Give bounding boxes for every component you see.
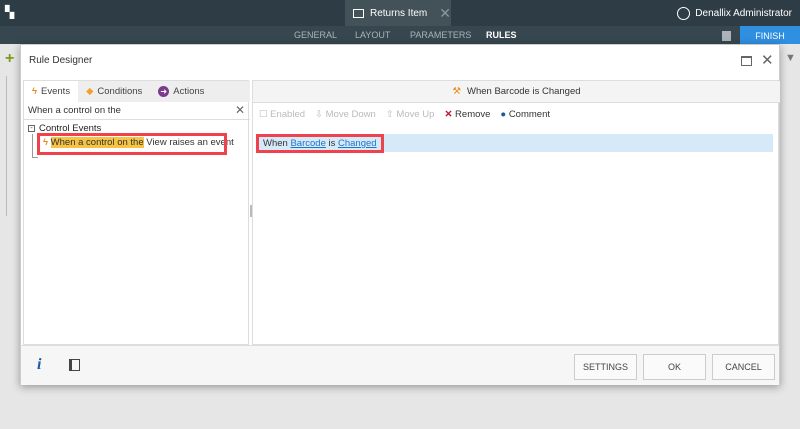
search-value: When a control on the	[28, 105, 121, 116]
maximize-icon[interactable]	[741, 56, 752, 66]
dialog-title: Rule Designer	[29, 55, 93, 66]
enabled-checkbox[interactable]: ☐ Enabled	[259, 109, 305, 120]
close-icon[interactable]: ✕	[761, 51, 774, 69]
barcode-link[interactable]: Barcode	[290, 138, 325, 149]
left-panel: ϟ Events ◆ Conditions ➜ Actions When a cont…	[23, 80, 250, 345]
tab-events[interactable]: ϟ Events	[24, 81, 79, 102]
tab-label: Actions	[173, 86, 205, 97]
label: Move Up	[396, 108, 435, 120]
move-down-button[interactable]: ⇩ Move Down	[315, 109, 376, 120]
search-input[interactable]: When a control on the ✕	[24, 102, 250, 120]
gavel-icon: ⚒	[452, 86, 461, 97]
tab-bar: ϟ Events ◆ Conditions ➜ Actions	[24, 81, 250, 102]
cancel-button[interactable]: CANCEL	[712, 354, 775, 380]
remove-icon: ✕	[444, 108, 453, 120]
tree-group-control-events[interactable]: Control Events	[39, 123, 101, 134]
comment-icon: ●	[500, 108, 507, 120]
label: Enabled	[270, 108, 306, 120]
settings-button[interactable]: SETTINGS	[574, 354, 637, 380]
lightning-icon: ϟ	[43, 137, 49, 148]
background-tree-line	[6, 76, 20, 216]
rule-designer-dialog: Rule Designer ✕ ϟ Events ◆ Conditions ➜ Act…	[20, 44, 780, 385]
tab-label: Events	[41, 86, 71, 97]
tree-item-text: View raises an event	[143, 137, 234, 148]
nav-parameters[interactable]: PARAMETERS	[410, 26, 471, 44]
rule-toolbar: ☐ Enabled ⇩ Move Down ⇧ Move Up ✕ Remove…	[253, 103, 780, 125]
nav-rules[interactable]: RULES	[486, 26, 517, 44]
filter-icon[interactable]: ▼	[785, 52, 796, 64]
tree-line	[32, 134, 38, 158]
panel-toggle-icon[interactable]	[69, 359, 80, 371]
tab-label: Conditions	[97, 86, 143, 97]
top-bar: ▚ Returns Item ✕ Denallix Administrator	[0, 0, 800, 26]
dialog-footer: i SETTINGS OK CANCEL	[21, 345, 779, 385]
tab-conditions[interactable]: ◆ Conditions	[78, 81, 150, 102]
remove-button[interactable]: ✕ Remove	[444, 109, 490, 120]
move-up-button[interactable]: ⇧ Move Up	[386, 109, 435, 120]
form-icon	[353, 8, 364, 18]
tab-actions[interactable]: ➜ Actions	[150, 81, 212, 102]
nav-layout[interactable]: LAYOUT	[355, 26, 390, 44]
nav-bar	[0, 26, 800, 44]
info-button[interactable]: i	[37, 356, 41, 374]
user-name: Denallix Administrator	[695, 7, 792, 19]
user-avatar-icon	[677, 6, 691, 20]
clear-search-icon[interactable]: ✕	[235, 103, 245, 117]
arrow-circle-icon: ➜	[158, 86, 170, 97]
save-icon[interactable]	[722, 31, 731, 41]
ok-button[interactable]: OK	[643, 354, 706, 380]
rule-header: ⚒ When Barcode is Changed	[253, 81, 780, 103]
nav-general[interactable]: GENERAL	[294, 26, 337, 44]
comment-button[interactable]: ● Comment	[500, 109, 550, 120]
tree-item-control-event[interactable]: ϟ When a control on the View raises an e…	[37, 133, 234, 155]
right-panel: ⚒ When Barcode is Changed ☐ Enabled ⇩ Mov…	[252, 80, 780, 345]
rule-text: When Barcode is Changed	[256, 134, 384, 153]
close-icon[interactable]: ✕	[439, 5, 451, 22]
diamond-icon: ◆	[86, 86, 94, 97]
search-match-highlight: When a control on the	[50, 137, 144, 148]
collapse-icon[interactable]: -	[28, 125, 35, 132]
label: Comment	[508, 108, 550, 120]
text: is	[325, 138, 338, 149]
label: Move Down	[325, 108, 376, 120]
add-icon[interactable]: +	[5, 50, 14, 68]
document-tab-label: Returns Item	[370, 7, 428, 19]
rule-header-title: When Barcode is Changed	[466, 86, 581, 97]
finish-button[interactable]: FINISH	[740, 26, 800, 44]
document-tab[interactable]: Returns Item ✕	[345, 0, 451, 26]
rule-row[interactable]: When Barcode is Changed	[256, 134, 773, 153]
changed-link[interactable]: Changed	[338, 138, 377, 149]
user-menu[interactable]: Denallix Administrator	[677, 0, 792, 26]
label: Remove	[455, 108, 491, 120]
app-grid-icon[interactable]: ▚	[5, 6, 17, 18]
lightning-icon: ϟ	[32, 86, 38, 97]
text: When	[263, 138, 291, 149]
